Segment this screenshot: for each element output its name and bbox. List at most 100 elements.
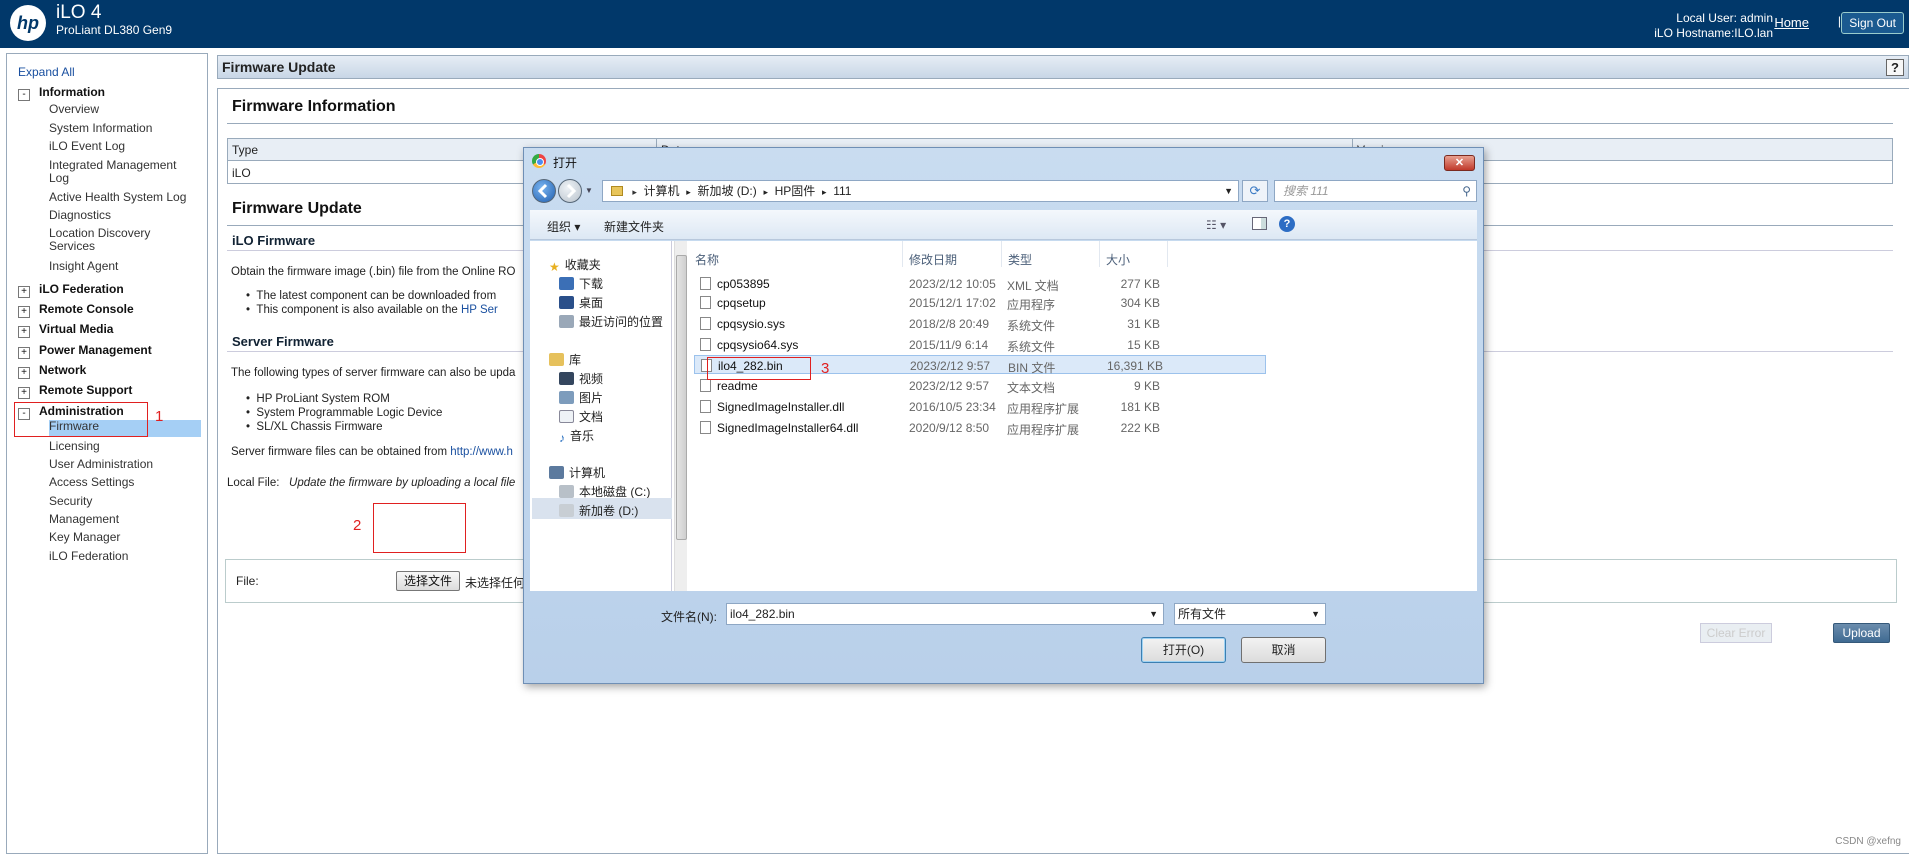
file-row-cpqsetup[interactable]: cpqsetup 2015/12/1 17:02 应用程序 304 KB	[694, 293, 1266, 312]
nav-item-user-administration[interactable]: User Administration	[49, 458, 199, 471]
nav-group-ilo-federation[interactable]: + iLO Federation	[18, 282, 124, 298]
breadcrumb-hp-firmware[interactable]: HP固件	[775, 184, 816, 198]
tree-documents[interactable]: 文档	[559, 408, 603, 425]
file-icon	[700, 421, 711, 434]
help-icon[interactable]: ?	[1279, 216, 1295, 232]
sign-out-button[interactable]: Sign Out	[1841, 12, 1904, 34]
organize-menu[interactable]: 组织 ▾	[547, 218, 580, 235]
breadcrumb-computer[interactable]: 计算机	[644, 184, 680, 198]
nav-group-remote-console[interactable]: + Remote Console	[18, 302, 134, 318]
nav-group-network[interactable]: + Network	[18, 363, 86, 379]
tree-libraries[interactable]: 库	[549, 351, 581, 368]
nav-item-integrated-management-log[interactable]: Integrated Management Log	[49, 159, 199, 185]
expand-box-icon[interactable]: +	[18, 326, 30, 338]
file-type-select[interactable]: 所有文件 ▼	[1174, 603, 1326, 625]
divider	[227, 123, 1893, 124]
chrome-icon	[532, 154, 546, 168]
open-button[interactable]: 打开(O)	[1141, 637, 1226, 663]
forward-icon[interactable]	[558, 179, 582, 203]
address-dropdown-icon[interactable]: ▼	[1224, 181, 1233, 201]
help-icon[interactable]: ?	[1886, 59, 1904, 76]
breadcrumb-drive-d[interactable]: 新加坡 (D:)	[697, 184, 756, 198]
nav-item-active-health-log[interactable]: Active Health System Log	[49, 191, 199, 204]
close-icon[interactable]: ✕	[1444, 155, 1475, 171]
page-title: Firmware Update?	[217, 55, 1909, 79]
nav-item-security[interactable]: Security	[49, 495, 199, 508]
new-folder-button[interactable]: 新建文件夹	[604, 218, 664, 235]
navigation-scrollbar[interactable]	[674, 241, 687, 591]
choose-file-button[interactable]: 选择文件	[396, 571, 460, 591]
expand-box-icon[interactable]: +	[18, 347, 30, 359]
upload-button[interactable]: Upload	[1833, 623, 1890, 643]
cancel-button[interactable]: 取消	[1241, 637, 1326, 663]
file-row-cpqsysio64[interactable]: cpqsysio64.sys 2015/11/9 6:14 系统文件 15 KB	[694, 335, 1266, 354]
tree-pictures[interactable]: 图片	[559, 389, 603, 406]
nav-group-remote-support[interactable]: + Remote Support	[18, 383, 132, 399]
bullet-item: • HP ProLiant System ROM	[246, 393, 390, 405]
nav-item-location-discovery[interactable]: Location Discovery Services	[49, 227, 199, 253]
history-dropdown-icon[interactable]: ▼	[585, 186, 593, 195]
nav-item-access-settings[interactable]: Access Settings	[49, 476, 199, 489]
chevron-down-icon[interactable]: ▼	[1311, 604, 1320, 624]
file-row-cpqsysio[interactable]: cpqsysio.sys 2018/2/8 20:49 系统文件 31 KB	[694, 314, 1266, 333]
tree-music[interactable]: ♪ 音乐	[559, 427, 594, 445]
nav-item-key-manager[interactable]: Key Manager	[49, 531, 199, 544]
tree-videos[interactable]: 视频	[559, 370, 603, 387]
scrollbar-thumb[interactable]	[676, 255, 687, 540]
hp-website-link[interactable]: http://www.h	[450, 446, 513, 458]
tree-drive-d[interactable]: 新加卷 (D:)	[559, 502, 638, 519]
dialog-toolbar: 组织 ▾ 新建文件夹 ☷ ▾ ?	[530, 210, 1477, 240]
view-options-icon[interactable]: ☷ ▾	[1206, 218, 1226, 232]
expand-all-link[interactable]: Expand All	[18, 65, 75, 79]
nav-item-ilo-federation-admin[interactable]: iLO Federation	[49, 550, 199, 563]
nav-item-ilo-event-log[interactable]: iLO Event Log	[49, 140, 199, 153]
expand-box-icon[interactable]: +	[18, 286, 30, 298]
tree-recent-places[interactable]: 最近访问的位置	[559, 313, 663, 330]
chevron-down-icon[interactable]: ▼	[1149, 604, 1158, 624]
expand-box-icon[interactable]: +	[18, 306, 30, 318]
file-row-cp053895[interactable]: cp053895 2023/2/12 10:05 XML 文档 277 KB	[694, 274, 1266, 293]
column-header-modified[interactable]: 修改日期	[909, 251, 957, 268]
hp-service-link[interactable]: HP Ser	[461, 304, 498, 316]
nav-item-management[interactable]: Management	[49, 513, 199, 526]
annotation-number-3: 3	[821, 360, 830, 377]
server-firmware-text: The following types of server firmware c…	[231, 367, 516, 379]
top-header: hp iLO 4 ProLiant DL380 Gen9 Local User:…	[0, 0, 1909, 48]
tree-downloads[interactable]: 下载	[559, 275, 603, 292]
tree-desktop[interactable]: 桌面	[559, 294, 603, 311]
column-header-name[interactable]: 名称	[695, 251, 719, 268]
clear-error-button[interactable]: Clear Error	[1700, 623, 1772, 643]
filename-input[interactable]: ilo4_282.bin ▼	[726, 603, 1164, 625]
expand-box-icon[interactable]: +	[18, 367, 30, 379]
nav-item-insight-agent[interactable]: Insight Agent	[49, 260, 199, 273]
collapse-box-icon[interactable]: -	[18, 89, 30, 101]
annotation-number-2: 2	[353, 517, 362, 534]
nav-group-power-management[interactable]: + Power Management	[18, 343, 152, 359]
table-cell-type: iLO	[232, 166, 251, 180]
file-icon	[700, 277, 711, 290]
nav-group-information[interactable]: - Information	[18, 85, 105, 101]
nav-item-overview[interactable]: Overview	[49, 103, 199, 116]
nav-item-diagnostics[interactable]: Diagnostics	[49, 209, 199, 222]
local-file-row: Local File: Update the firmware by uploa…	[227, 477, 516, 489]
nav-item-licensing[interactable]: Licensing	[49, 440, 199, 453]
expand-box-icon[interactable]: +	[18, 387, 30, 399]
back-icon[interactable]	[532, 179, 556, 203]
refresh-icon[interactable]: ⟳	[1242, 180, 1268, 202]
file-row-signedimageinstaller64[interactable]: SignedImageInstaller64.dll 2020/9/12 8:50…	[694, 418, 1266, 437]
breadcrumb-111[interactable]: 111	[833, 184, 851, 198]
file-row-signedimageinstaller[interactable]: SignedImageInstaller.dll 2016/10/5 23:34 应…	[694, 397, 1266, 416]
tree-favorites[interactable]: ★ 收藏夹	[549, 256, 601, 274]
server-firmware-heading: Server Firmware	[232, 334, 334, 349]
search-input[interactable]: 搜索 111 ⚲	[1274, 180, 1477, 202]
tree-computer[interactable]: 计算机	[549, 464, 605, 481]
home-link[interactable]: Home	[1774, 15, 1809, 30]
column-header-size[interactable]: 大小	[1106, 251, 1130, 268]
bullet-item: • This component is also available on th…	[246, 304, 498, 316]
address-bar[interactable]: ▸ 计算机 ▸ 新加坡 (D:) ▸ HP固件 ▸ 111 ▼	[602, 180, 1239, 202]
nav-item-system-information[interactable]: System Information	[49, 122, 199, 135]
column-header-type[interactable]: 类型	[1008, 251, 1032, 268]
nav-group-virtual-media[interactable]: + Virtual Media	[18, 322, 113, 338]
bullet-item: • SL/XL Chassis Firmware	[246, 421, 383, 433]
preview-pane-icon[interactable]	[1252, 217, 1267, 230]
